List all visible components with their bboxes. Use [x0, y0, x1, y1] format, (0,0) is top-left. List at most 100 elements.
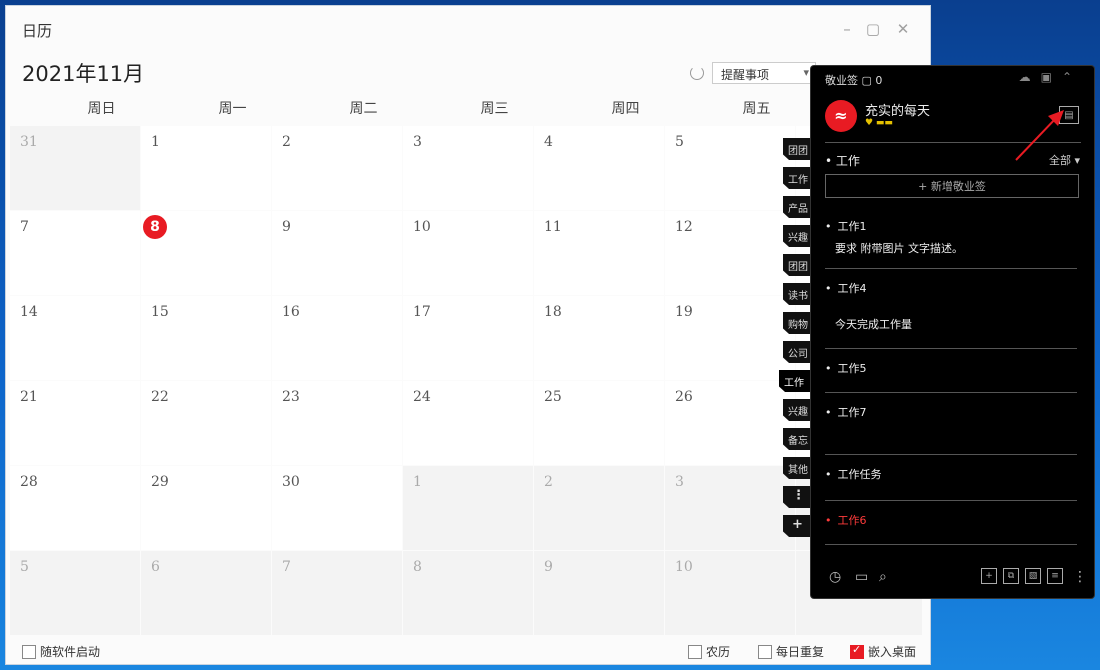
day-cell[interactable]: 3	[665, 466, 795, 550]
day-number: 6	[151, 559, 160, 575]
day-cell[interactable]: 30	[272, 466, 402, 550]
day-cell[interactable]: 14	[10, 296, 140, 380]
add-note-button[interactable]: + 新增敬业签	[825, 174, 1079, 198]
search-icon[interactable]: ⌕	[879, 569, 887, 585]
category-tab[interactable]: 产品	[783, 196, 811, 218]
day-cell[interactable]: 15	[141, 296, 271, 380]
daily-repeat-checkbox[interactable]: 每日重复	[758, 643, 824, 659]
copy-icon[interactable]: ⧉	[1003, 568, 1019, 584]
embed-desktop-checkbox[interactable]: 嵌入桌面	[850, 643, 916, 659]
day-cell[interactable]: 31	[10, 126, 140, 210]
day-cell[interactable]: 5	[10, 551, 140, 635]
list-icon[interactable]: ≡	[1047, 568, 1063, 584]
note-group[interactable]: • 工作	[825, 152, 860, 169]
chat-icon[interactable]: ▢	[862, 74, 876, 87]
day-cell[interactable]: 19	[665, 296, 795, 380]
embed-desktop-label: 嵌入桌面	[868, 645, 917, 659]
note-group-label: 工作	[835, 154, 860, 168]
maximize-button[interactable]: ▢	[862, 18, 884, 40]
day-cell-today[interactable]: 8	[141, 211, 271, 295]
weekday-label: 周日	[87, 101, 116, 117]
weekday-label: 周四	[611, 101, 640, 117]
more-tabs-icon[interactable]: ⋮	[783, 486, 811, 508]
refresh-icon[interactable]	[690, 66, 704, 80]
note-title: 工作6	[825, 512, 1077, 528]
day-cell[interactable]: 7	[272, 551, 402, 635]
minimize-button[interactable]: –	[836, 18, 858, 40]
day-cell[interactable]: 25	[534, 381, 664, 465]
note-item[interactable]: 工作6	[825, 512, 1077, 545]
day-cell[interactable]: 22	[141, 381, 271, 465]
day-cell[interactable]: 5	[665, 126, 795, 210]
category-tab[interactable]: 工作	[783, 167, 811, 189]
clock-icon[interactable]: ◷	[829, 569, 841, 585]
category-tab[interactable]: 团团	[783, 254, 811, 276]
day-cell[interactable]: 23	[272, 381, 402, 465]
user-name: 充实的每天	[865, 104, 931, 119]
category-tab[interactable]: 工作	[779, 370, 811, 392]
annotation-arrow-icon	[1015, 110, 1064, 161]
day-cell[interactable]: 16	[272, 296, 402, 380]
add-icon[interactable]: +	[981, 568, 997, 584]
day-cell[interactable]: 10	[403, 211, 533, 295]
day-cell[interactable]: 9	[534, 551, 664, 635]
lunar-checkbox[interactable]: 农历	[688, 643, 730, 659]
day-cell[interactable]: 24	[403, 381, 533, 465]
collapse-icon[interactable]: ⌃	[1062, 70, 1082, 84]
day-number: 19	[675, 304, 693, 320]
more-icon[interactable]: ⋮	[1073, 569, 1087, 585]
note-divider	[825, 454, 1077, 455]
day-cell[interactable]: 4	[534, 126, 664, 210]
category-tab[interactable]: 兴趣	[783, 225, 811, 247]
category-tab[interactable]: 购物	[783, 312, 811, 334]
autostart-label: 随软件启动	[40, 645, 101, 659]
day-number: 1	[413, 474, 422, 490]
category-tab[interactable]: 公司	[783, 341, 811, 363]
event-filter-select[interactable]: 提醒事项 ▾	[712, 62, 816, 84]
day-cell[interactable]: 1	[403, 466, 533, 550]
note-item[interactable]: 工作任务	[825, 466, 1077, 501]
day-cell[interactable]: 1	[141, 126, 271, 210]
day-cell[interactable]: 18	[534, 296, 664, 380]
day-cell[interactable]: 8	[403, 551, 533, 635]
category-tab[interactable]: 读书	[783, 283, 811, 305]
note-item[interactable]: 工作5	[825, 360, 1077, 393]
day-cell[interactable]: 11	[534, 211, 664, 295]
day-cell[interactable]: 26	[665, 381, 795, 465]
image-icon[interactable]: ▧	[1025, 568, 1041, 584]
note-divider	[825, 500, 1077, 501]
panel-count: 0	[875, 74, 883, 87]
day-cell[interactable]: 12	[665, 211, 795, 295]
close-button[interactable]: ✕	[892, 18, 914, 40]
day-cell[interactable]: 29	[141, 466, 271, 550]
lunar-label: 农历	[706, 645, 731, 659]
day-cell[interactable]: 2	[272, 126, 402, 210]
day-cell[interactable]: 3	[403, 126, 533, 210]
footer-bar: 随软件启动 农历 每日重复 嵌入桌面	[6, 636, 930, 664]
day-cell[interactable]: 21	[10, 381, 140, 465]
day-cell[interactable]: 6	[141, 551, 271, 635]
category-tab[interactable]: 其他	[783, 457, 811, 479]
day-cell[interactable]: 2	[534, 466, 664, 550]
day-cell[interactable]: 17	[403, 296, 533, 380]
note-item[interactable]: 工作1 要求 附带图片 文字描述。	[825, 218, 1077, 269]
autostart-checkbox[interactable]: 随软件启动	[22, 643, 100, 659]
cloud-icon[interactable]: ☁	[1019, 70, 1041, 84]
category-tab[interactable]: 备忘	[783, 428, 811, 450]
day-cell[interactable]: 10	[665, 551, 795, 635]
day-cell[interactable]: 7	[10, 211, 140, 295]
day-cell[interactable]: 28	[10, 466, 140, 550]
category-tab[interactable]: 兴趣	[783, 399, 811, 421]
window-icon[interactable]: ▣	[1041, 70, 1062, 84]
note-icon[interactable]: ▭	[855, 569, 868, 585]
avatar[interactable]: ≈	[825, 100, 857, 132]
add-tab-icon[interactable]: +	[783, 515, 811, 537]
day-number: 25	[544, 389, 562, 405]
day-cell[interactable]: 9	[272, 211, 402, 295]
note-item[interactable]: 工作4 今天完成工作量	[825, 280, 1077, 349]
note-item[interactable]: 工作7	[825, 404, 1077, 455]
note-divider	[825, 392, 1077, 393]
day-number: 28	[20, 474, 38, 490]
category-tab[interactable]: 团团	[783, 138, 811, 160]
day-number: 9	[282, 219, 291, 235]
